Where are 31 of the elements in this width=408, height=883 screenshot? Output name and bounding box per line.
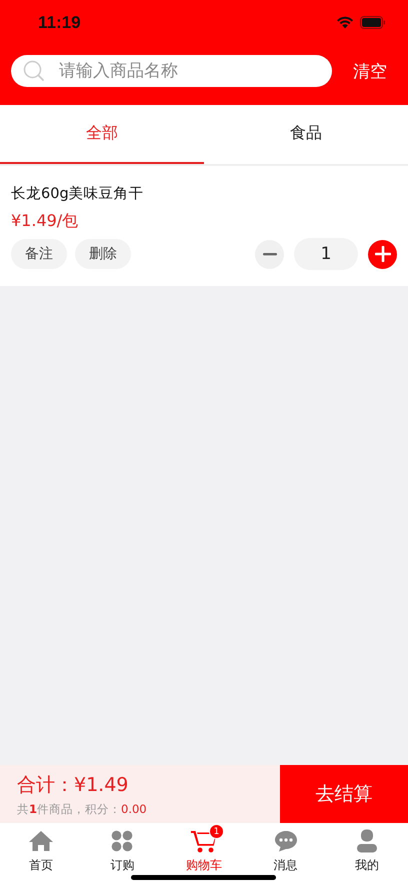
nav-tab[interactable]: 订购 [82,823,164,883]
minus-icon [262,252,276,256]
grid-icon [111,830,134,852]
status-time: 11:19 [38,12,82,32]
checkout-button[interactable]: 去结算 [280,765,408,823]
search-field[interactable]: 请输入商品名称 [11,55,332,87]
clear-button[interactable]: 清空 [332,60,408,82]
search-icon [23,60,45,82]
chat-icon [274,830,298,852]
cart-icon [190,828,218,854]
plus-icon [374,246,390,262]
nav-tab[interactable]: 我的 [326,823,408,883]
home-icon [28,830,54,852]
nav-tab[interactable]: 消息 [244,823,326,883]
quantity-field[interactable]: 1 [294,238,358,270]
cart-count-badge: 1 [208,824,224,839]
total-price: 合计：¥1.49 [17,772,130,798]
item-action-button[interactable]: 备注 [11,239,67,269]
product-name: 长龙60g美味豆角干 [11,184,145,203]
item-action-button[interactable]: 删除 [75,239,131,269]
category-tab[interactable]: 全部 [0,105,204,164]
nav-tab[interactable]: 首页 [0,823,82,883]
decrease-button[interactable] [255,240,284,268]
increase-button[interactable] [368,240,397,268]
wifi-icon [336,16,354,29]
nav-tab[interactable]: 1 购物车 [163,823,245,883]
user-icon [356,829,378,853]
category-tab[interactable]: 食品 [204,105,408,164]
order-summary: 共1件商品，积分：0.00 [17,802,148,816]
battery-icon [360,16,386,29]
product-price: ¥1.49/包 [11,211,80,232]
